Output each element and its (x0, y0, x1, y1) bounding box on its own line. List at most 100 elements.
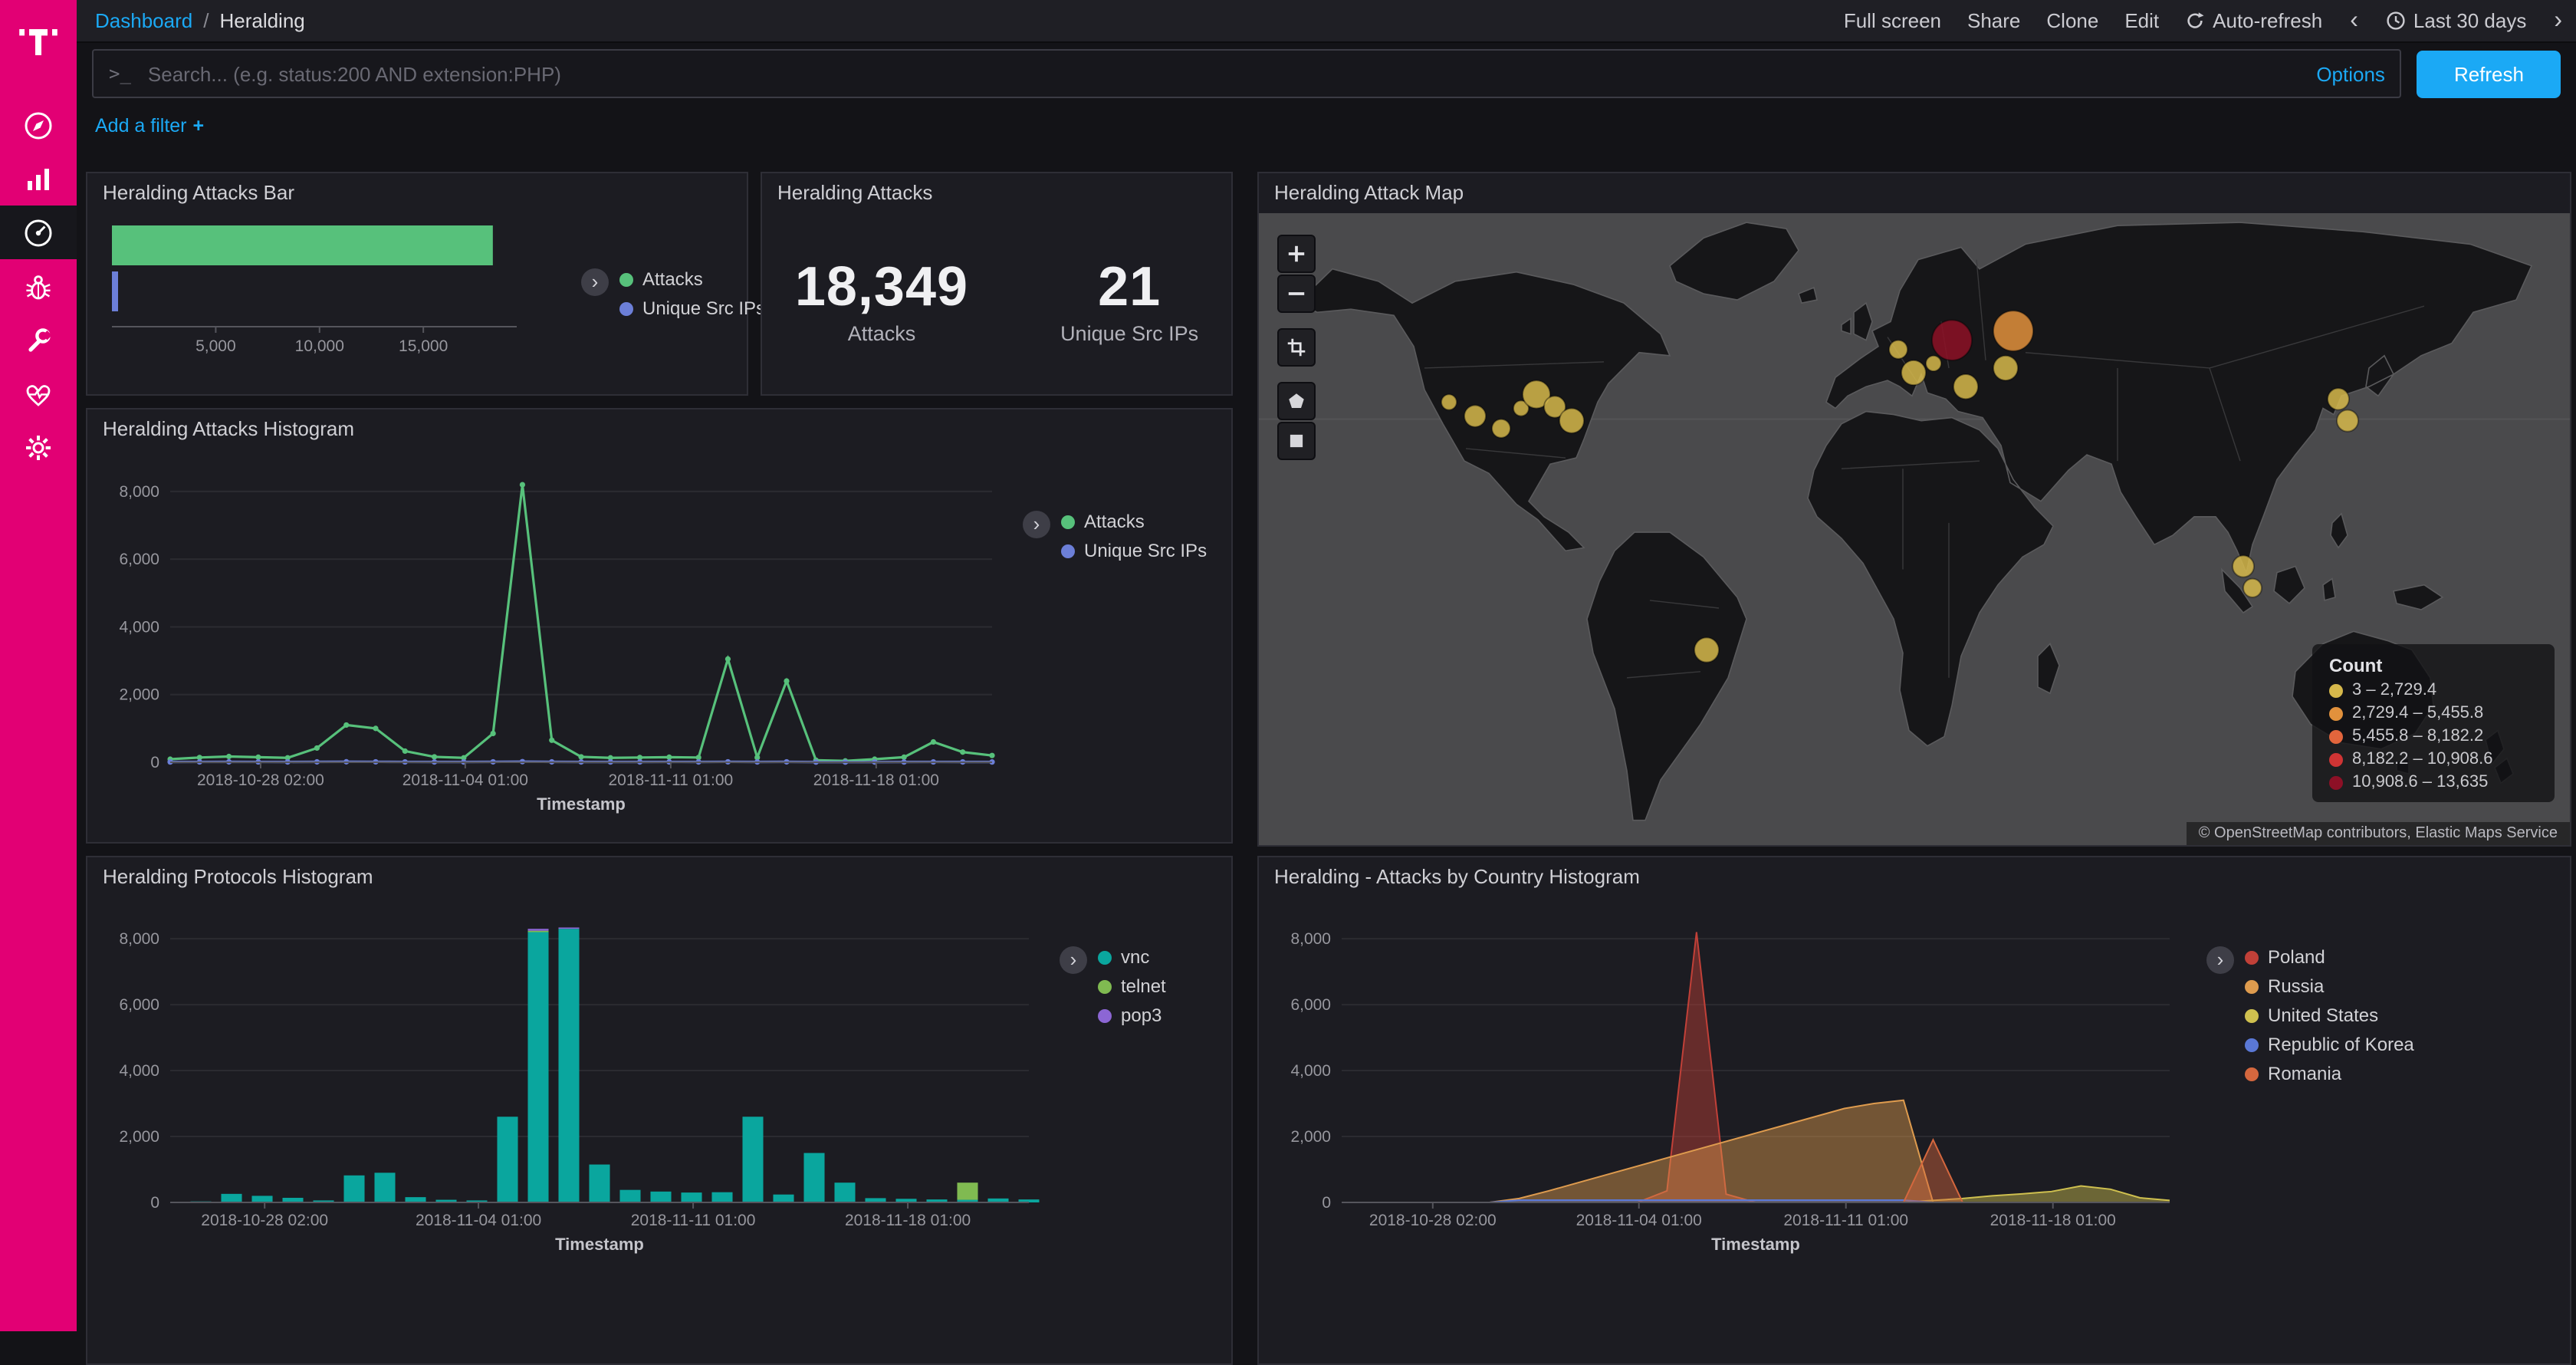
map-marker[interactable] (1993, 311, 2033, 351)
svg-text:2018-11-11 01:00: 2018-11-11 01:00 (631, 1212, 756, 1229)
legend-color-dot-icon (1098, 979, 1112, 993)
protocols-bar-chart[interactable]: 02,0004,0006,0008,0002018-10-28 02:00201… (100, 897, 1050, 1331)
legend-item[interactable]: pop3 (1098, 1005, 1166, 1026)
attacks-line-chart[interactable]: 02,0004,0006,0008,0002018-10-28 02:00201… (100, 449, 1014, 840)
map-legend-dot-icon (2329, 683, 2343, 697)
zoom-in-button[interactable] (1277, 235, 1316, 273)
sidebar-item-dev-tools[interactable] (0, 313, 77, 367)
sidebar-item-management[interactable] (0, 420, 77, 474)
time-picker-button[interactable]: Last 30 days (2386, 9, 2526, 32)
country-area-chart[interactable]: 02,0004,0006,0008,0002018-10-28 02:00201… (1271, 897, 2191, 1331)
edit-button[interactable]: Edit (2124, 9, 2159, 32)
map-marker[interactable] (2233, 555, 2254, 577)
map-marker[interactable] (1926, 356, 1941, 371)
map-legend-dot-icon (2329, 706, 2343, 720)
svg-text:15,000: 15,000 (399, 337, 448, 355)
sidebar-item-visualize[interactable] (0, 152, 77, 206)
bar-chart-icon (21, 162, 55, 196)
sidebar-item-dashboard[interactable] (0, 206, 77, 259)
map-marker[interactable] (1464, 405, 1486, 426)
svg-text:2018-11-04 01:00: 2018-11-04 01:00 (416, 1212, 541, 1229)
legend-toggle-chevron-icon[interactable] (1060, 946, 1087, 974)
map-marker[interactable] (2243, 579, 2262, 597)
draw-polygon-button[interactable] (1277, 382, 1316, 420)
map-marker[interactable] (1441, 394, 1457, 410)
svg-text:2018-11-18 01:00: 2018-11-18 01:00 (1990, 1212, 2116, 1229)
legend-color-dot-icon (2245, 1038, 2259, 1051)
panel-heralding-attacks-metric: Heralding Attacks 18,349 Attacks 21 Uniq… (761, 172, 1233, 396)
legend: Attacks Unique Src IPs (1061, 511, 1207, 561)
map-legend-row: 2,729.4 – 5,455.8 (2329, 704, 2538, 722)
clone-button[interactable]: Clone (2046, 9, 2098, 32)
map-marker[interactable] (1694, 637, 1719, 662)
map-marker[interactable] (1559, 408, 1584, 433)
legend-item[interactable]: Attacks (619, 268, 765, 290)
time-range-back-icon[interactable]: ‹ (2348, 8, 2360, 33)
fit-data-bounds-button[interactable] (1277, 328, 1316, 367)
world-map[interactable]: Count 3 – 2,729.4 2,729.4 – 5,455.8 5,455.… (1259, 213, 2570, 845)
svg-text:2018-11-11 01:00: 2018-11-11 01:00 (1783, 1212, 1908, 1229)
map-legend-label: 5,455.8 – 8,182.2 (2352, 727, 2483, 745)
svg-text:4,000: 4,000 (119, 618, 159, 636)
svg-text:0: 0 (1322, 1194, 1331, 1212)
refresh-button[interactable]: Refresh (2417, 50, 2561, 97)
legend-item[interactable]: Attacks (1061, 511, 1207, 532)
breadcrumb-separator: / (203, 9, 209, 32)
svg-text:2018-11-11 01:00: 2018-11-11 01:00 (608, 771, 733, 789)
time-range-forward-icon[interactable]: › (2552, 8, 2564, 33)
options-link[interactable]: Options (2316, 62, 2385, 85)
legend-item[interactable]: telnet (1098, 975, 1166, 997)
telekom-t-icon (15, 18, 61, 64)
legend-label: Romania (2268, 1063, 2341, 1084)
map-marker[interactable] (1492, 419, 1510, 438)
sidebar-item-attack-analysis[interactable] (0, 259, 77, 313)
map-marker[interactable] (2328, 388, 2349, 410)
legend-item[interactable]: Unique Src IPs (1061, 540, 1207, 561)
legend-color-dot-icon (619, 301, 633, 315)
legend-color-dot-icon (1061, 515, 1075, 528)
search-input[interactable] (145, 61, 2302, 87)
legend-toggle-chevron-icon[interactable] (2206, 946, 2234, 974)
telekom-logo[interactable] (0, 0, 77, 83)
metric-group: 18,349 Attacks 21 Unique Src IPs (774, 213, 1219, 385)
legend-item[interactable]: Poland (2245, 946, 2414, 968)
legend-color-dot-icon (2245, 950, 2259, 964)
share-button[interactable]: Share (1967, 9, 2020, 32)
legend-item[interactable]: Unique Src IPs (619, 298, 765, 319)
attacks-bar-chart[interactable]: 5,00010,00015,000 (100, 213, 560, 374)
map-marker[interactable] (1993, 356, 2018, 380)
map-marker[interactable] (1889, 340, 1907, 359)
add-filter-link[interactable]: Add a filter (95, 115, 187, 136)
full-screen-button[interactable]: Full screen (1844, 9, 1941, 32)
legend-item[interactable]: Russia (2245, 975, 2414, 997)
draw-rectangle-button[interactable] (1277, 422, 1316, 460)
svg-text:4,000: 4,000 (119, 1062, 159, 1080)
map-marker[interactable] (1901, 360, 1926, 385)
map-marker[interactable] (1932, 320, 1972, 360)
sidebar-item-discover[interactable] (0, 98, 77, 152)
legend-item[interactable]: vnc (1098, 946, 1166, 968)
map-marker[interactable] (1953, 374, 1978, 399)
map-legend-row: 3 – 2,729.4 (2329, 681, 2538, 699)
map-marker[interactable] (2337, 410, 2358, 431)
zoom-out-button[interactable] (1277, 275, 1316, 313)
gear-icon (21, 430, 55, 464)
auto-refresh-button[interactable]: Auto-refresh (2185, 9, 2322, 32)
legend-toggle-chevron-icon[interactable] (1023, 511, 1050, 538)
legend-toggle-chevron-icon[interactable] (581, 268, 609, 296)
query-bar: >_ Options Refresh (77, 44, 2576, 103)
map-attribution[interactable]: © OpenStreetMap contributors, Elastic Ma… (2187, 822, 2570, 845)
terminal-prompt-icon: >_ (109, 63, 131, 84)
svg-text:2018-10-28 02:00: 2018-10-28 02:00 (201, 1212, 328, 1229)
legend-item[interactable]: Republic of Korea (2245, 1034, 2414, 1055)
sidebar-item-monitoring[interactable] (0, 367, 77, 420)
map-legend-row: 10,908.6 – 13,635 (2329, 773, 2538, 791)
refresh-cycle-icon (2185, 11, 2205, 31)
legend-item[interactable]: Romania (2245, 1063, 2414, 1084)
add-filter-plus-icon[interactable]: + (193, 115, 205, 136)
legend-item[interactable]: United States (2245, 1005, 2414, 1026)
svg-text:0: 0 (150, 754, 159, 771)
breadcrumb-dashboard-link[interactable]: Dashboard (95, 9, 192, 32)
metric-label: Attacks (795, 321, 968, 344)
map-legend-title: Count (2329, 655, 2538, 676)
